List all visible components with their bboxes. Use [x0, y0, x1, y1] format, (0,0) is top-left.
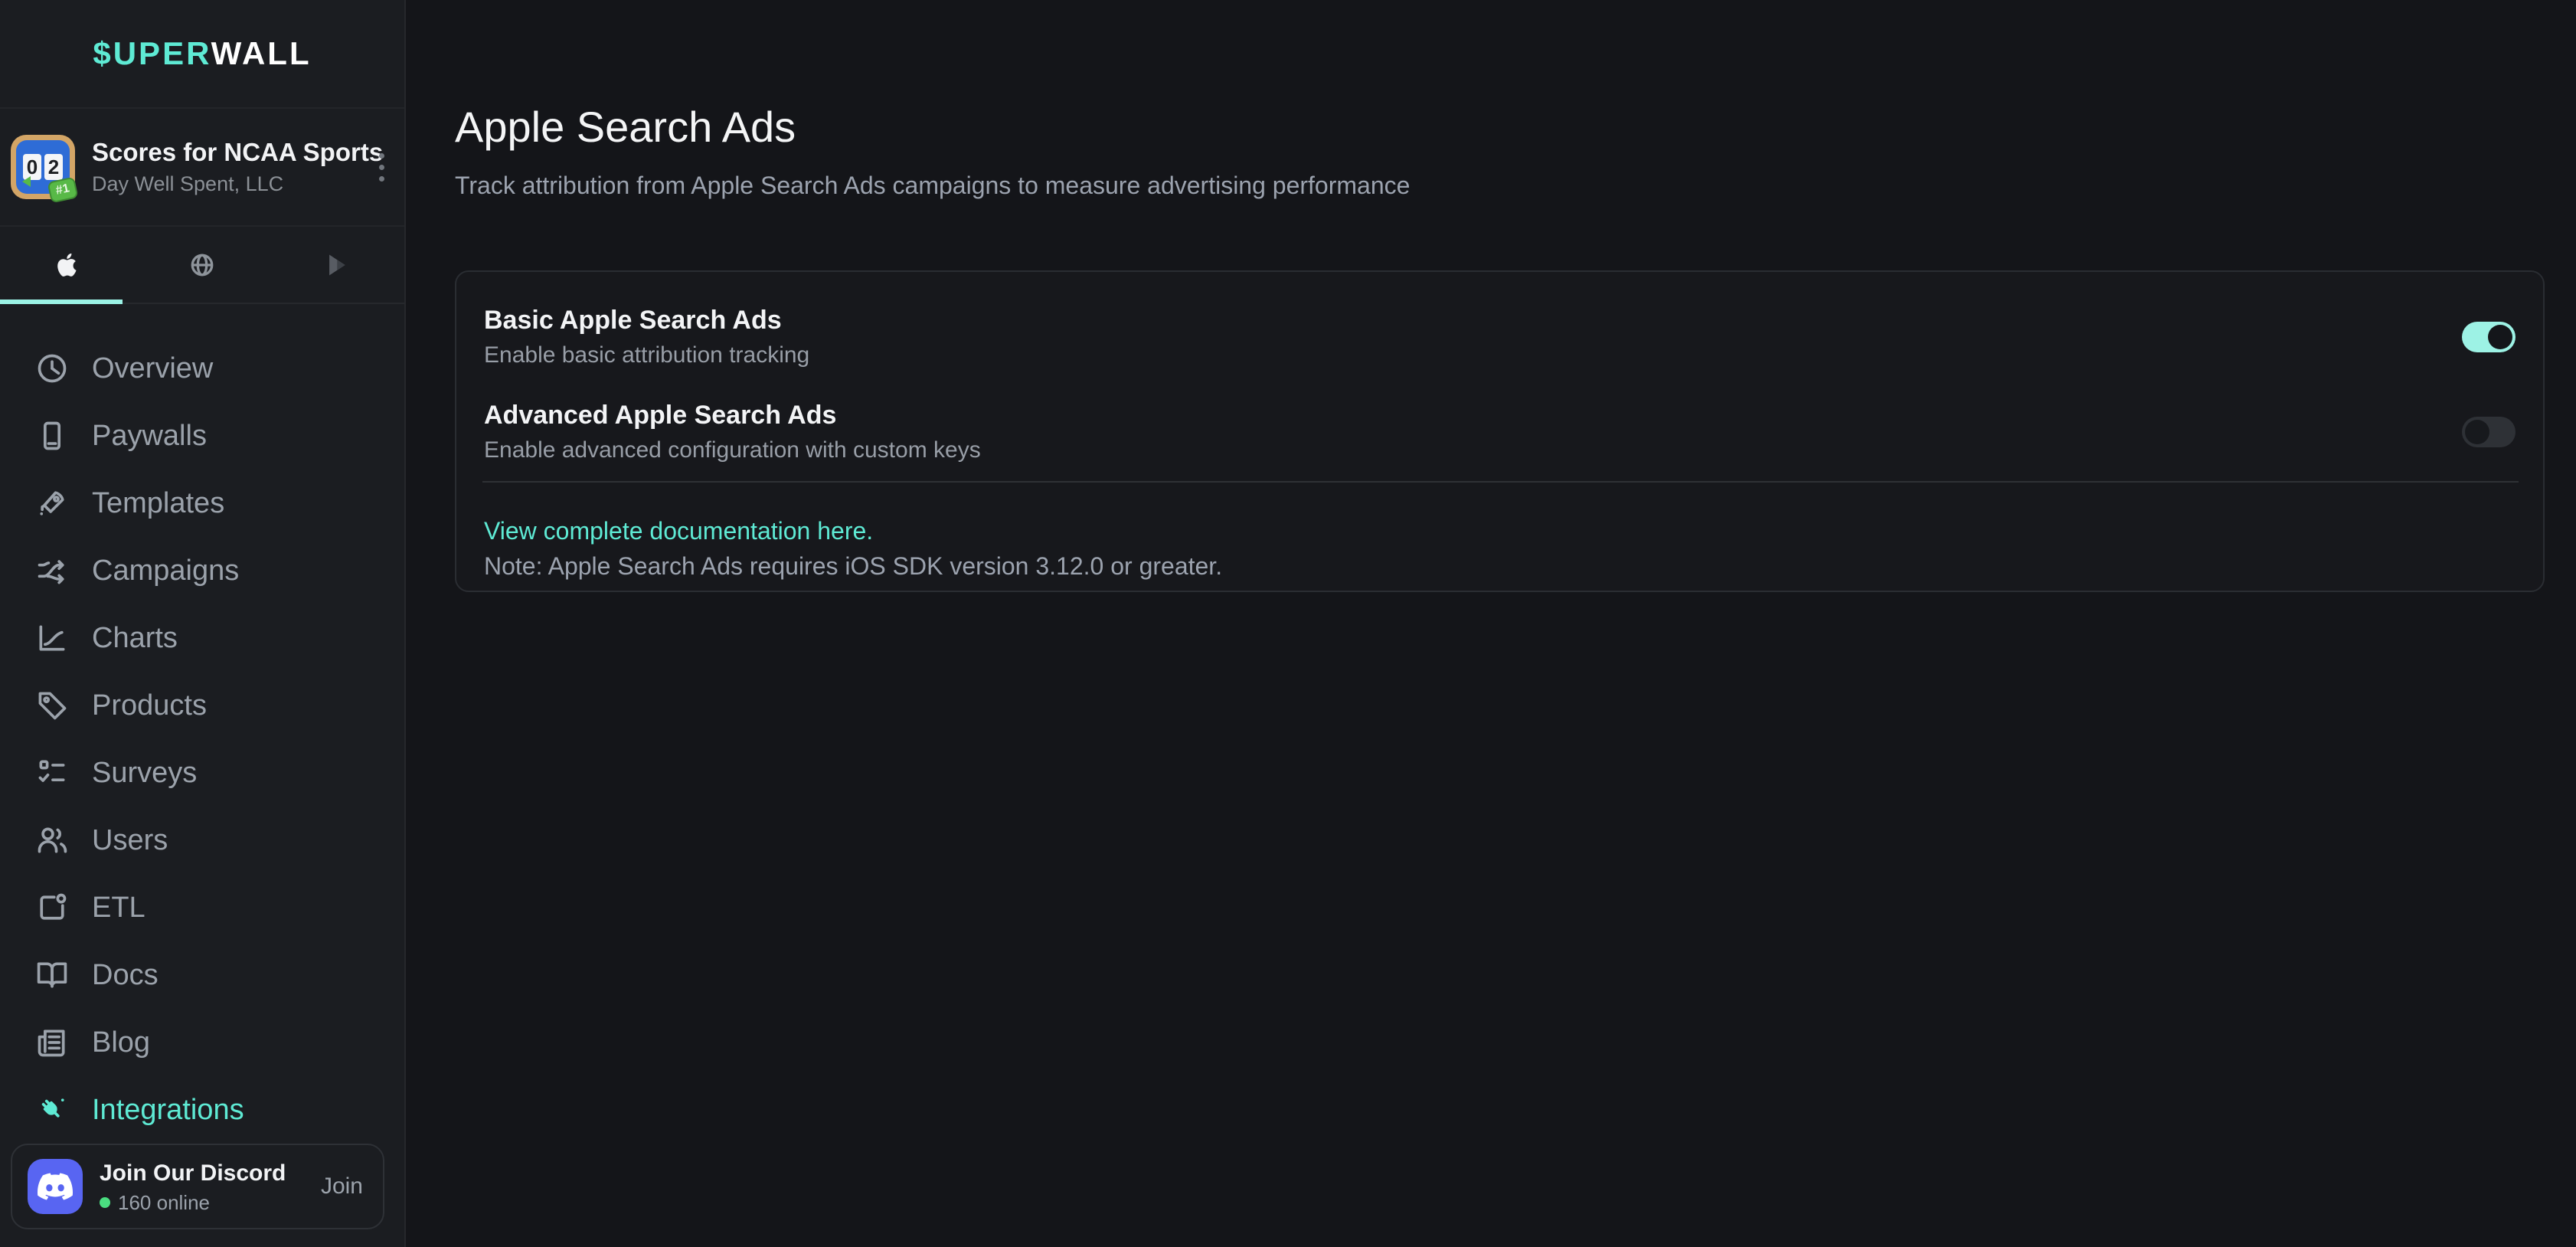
setting-description: Enable basic attribution tracking [484, 341, 809, 370]
app-icon: 0 2 #1 [11, 135, 75, 199]
app-selector[interactable]: 0 2 #1 Scores for NCAA Sports Day Well S… [0, 109, 404, 227]
advanced-asa-toggle[interactable] [2462, 417, 2516, 447]
sidebar-nav: Overview Paywalls Templates Campaigns Charts… [0, 304, 404, 1144]
products-icon [35, 689, 69, 722]
apple-search-ads-card: Basic Apple Search Ads Enable basic attr… [455, 270, 2545, 592]
app-menu-kebab-icon[interactable] [374, 146, 389, 189]
play-store-icon [324, 252, 350, 278]
docs-icon [35, 958, 69, 992]
setting-description: Enable advanced configuration with custo… [484, 436, 981, 465]
sidebar-item-label: Campaigns [92, 554, 239, 587]
sidebar-item-paywalls[interactable]: Paywalls [0, 402, 404, 470]
discord-icon [28, 1159, 83, 1214]
app-name: Scores for NCAA Sports [92, 136, 358, 169]
app-icon-triangle [22, 176, 31, 187]
sidebar-item-etl[interactable]: ETL [0, 874, 404, 941]
sidebar-item-integrations[interactable]: Integrations [0, 1076, 404, 1144]
paywalls-icon [35, 419, 69, 453]
setting-title: Basic Apple Search Ads [484, 304, 809, 336]
etl-icon [35, 891, 69, 925]
sidebar-item-charts[interactable]: Charts [0, 604, 404, 672]
online-dot-icon [100, 1197, 110, 1208]
platform-tabs [0, 227, 404, 304]
app-company: Day Well Spent, LLC [92, 170, 358, 198]
setting-row-advanced: Advanced Apple Search Ads Enable advance… [484, 399, 2516, 465]
discord-card[interactable]: Join Our Discord 160 online Join [11, 1144, 384, 1229]
sidebar-item-label: Templates [92, 486, 224, 520]
sidebar-item-label: Blog [92, 1026, 150, 1059]
discord-logo-icon [38, 1169, 73, 1204]
sdk-version-note: Note: Apple Search Ads requires iOS SDK … [484, 551, 2516, 581]
app-icon-digit: 2 [44, 154, 63, 180]
sidebar-item-label: Products [92, 689, 207, 722]
sidebar: $UPERWALL 0 2 #1 Scores for NCAA Sports … [0, 0, 406, 1247]
basic-asa-toggle[interactable] [2462, 322, 2516, 352]
apple-icon [54, 251, 81, 279]
tab-web[interactable] [135, 227, 270, 303]
active-tab-underline [0, 299, 123, 304]
logo-rest-part: WALL [211, 35, 312, 71]
main-content: Apple Search Ads Track attribution from … [407, 0, 2576, 1247]
setting-title: Advanced Apple Search Ads [484, 399, 981, 431]
superwall-logo: $UPERWALL [93, 35, 311, 72]
charts-icon [35, 621, 69, 655]
sidebar-item-label: Docs [92, 958, 159, 992]
sidebar-item-overview[interactable]: Overview [0, 335, 404, 402]
logo-row: $UPERWALL [0, 0, 404, 109]
overview-icon [35, 352, 69, 385]
blog-icon [35, 1026, 69, 1059]
surveys-icon [35, 756, 69, 790]
sidebar-item-label: Charts [92, 621, 178, 655]
documentation-link[interactable]: View complete documentation here. [484, 516, 873, 545]
discord-online-count: 160 online [118, 1191, 210, 1214]
sidebar-item-templates[interactable]: Templates [0, 470, 404, 537]
sidebar-item-label: Surveys [92, 756, 197, 790]
sidebar-item-label: Overview [92, 352, 213, 385]
globe-icon [188, 251, 216, 279]
users-icon [35, 823, 69, 857]
logo-accent-part: $UPER [93, 35, 211, 71]
discord-meta: Join Our Discord 160 online [100, 1159, 304, 1214]
superwall-dashboard: $UPERWALL 0 2 #1 Scores for NCAA Sports … [0, 0, 2576, 1247]
integrations-icon [35, 1093, 69, 1127]
discord-join-button[interactable]: Join [321, 1173, 363, 1200]
setting-row-basic: Basic Apple Search Ads Enable basic attr… [484, 272, 2516, 370]
sidebar-item-blog[interactable]: Blog [0, 1009, 404, 1076]
app-meta: Scores for NCAA Sports Day Well Spent, L… [92, 136, 358, 198]
tab-android[interactable] [270, 227, 404, 303]
sidebar-item-surveys[interactable]: Surveys [0, 739, 404, 807]
tab-ios[interactable] [0, 227, 135, 303]
sidebar-item-label: ETL [92, 891, 145, 925]
app-icon-badge: #1 [47, 177, 79, 204]
sidebar-item-products[interactable]: Products [0, 672, 404, 739]
page-subtitle: Track attribution from Apple Search Ads … [455, 170, 1410, 201]
sidebar-item-label: Paywalls [92, 419, 207, 453]
sidebar-item-docs[interactable]: Docs [0, 941, 404, 1009]
sidebar-item-campaigns[interactable]: Campaigns [0, 537, 404, 604]
templates-icon [35, 486, 69, 520]
discord-title: Join Our Discord [100, 1159, 304, 1188]
campaigns-icon [35, 554, 69, 587]
sidebar-item-users[interactable]: Users [0, 807, 404, 874]
sidebar-item-label: Integrations [92, 1093, 244, 1127]
card-divider [482, 481, 2519, 483]
sidebar-item-label: Users [92, 823, 168, 857]
page-title: Apple Search Ads [455, 101, 796, 153]
